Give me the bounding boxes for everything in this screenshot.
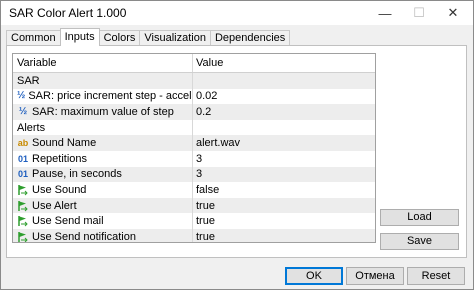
integer-icon: 01	[17, 169, 28, 180]
variable-cell: ab Sound Name	[13, 135, 193, 151]
variable-label: Use Sound	[32, 183, 87, 196]
value-cell[interactable]: alert.wav	[193, 135, 375, 151]
maximize-button: ☐	[413, 5, 425, 20]
table-row[interactable]: ½SAR: price increment step - acceleratio…	[13, 88, 375, 105]
variable-label: Sound Name	[32, 137, 97, 150]
variable-cell: SAR	[13, 73, 193, 89]
table-row[interactable]: 01 Pause, in seconds 3	[13, 166, 375, 183]
variable-label: Alerts	[17, 121, 46, 134]
window-title: SAR Color Alert 1.000	[9, 6, 127, 20]
variable-label: Pause, in seconds	[32, 168, 122, 181]
value-cell[interactable]: true	[193, 198, 375, 214]
bool-icon	[17, 231, 29, 242]
variable-label: Use Send mail	[32, 215, 104, 228]
tab-inputs[interactable]: Inputs	[59, 28, 100, 46]
value-cell[interactable]: 3	[193, 167, 375, 183]
variable-label: SAR: price increment step - acceleration…	[28, 90, 192, 103]
integer-icon: 01	[17, 153, 28, 164]
table-row[interactable]: Use Send mail true	[13, 213, 375, 229]
fraction-icon: ½	[17, 90, 26, 102]
variable-cell: Use Send notification	[13, 228, 193, 243]
variable-cell: Alerts	[13, 119, 193, 136]
variable-cell: 01 Repetitions	[13, 150, 193, 167]
variable-label: Repetitions	[32, 152, 88, 165]
group-row[interactable]: SAR	[13, 73, 375, 89]
cancel-button[interactable]: Отмена	[346, 267, 404, 285]
bool-icon	[17, 200, 29, 212]
variable-cell: ½SAR: price increment step - acceleratio…	[13, 88, 193, 105]
table-row[interactable]: ½ SAR: maximum value of step 0.2	[13, 104, 375, 120]
variable-cell: Use Alert	[13, 197, 193, 214]
variable-cell: ½ SAR: maximum value of step	[13, 104, 193, 120]
table-row[interactable]: Use Sound false	[13, 182, 375, 198]
inputs-grid: Variable Value SAR ½ SAR: price increment …	[12, 53, 376, 243]
tab-bar: Common Inputs Colors Visualization Depen…	[6, 28, 291, 46]
grid-header: Variable Value	[13, 54, 375, 73]
tab-colors[interactable]: Colors	[98, 30, 141, 46]
bool-icon	[17, 184, 29, 196]
column-header-value[interactable]: Value	[193, 54, 375, 72]
load-button[interactable]: Load	[380, 209, 459, 226]
table-row[interactable]: Use Send notification true	[13, 228, 375, 243]
variable-cell: Use Send mail	[13, 213, 193, 229]
save-button[interactable]: Save	[380, 233, 459, 250]
column-header-variable[interactable]: Variable	[13, 54, 193, 72]
table-row[interactable]: 01 Repetitions 3	[13, 150, 375, 167]
variable-cell: Use Sound	[13, 182, 193, 198]
ok-button[interactable]: OK	[285, 267, 343, 285]
string-icon: ab	[17, 138, 29, 149]
tab-common[interactable]: Common	[6, 30, 61, 46]
fraction-icon: ½	[18, 105, 28, 117]
group-row[interactable]: Alerts	[13, 119, 375, 136]
value-cell[interactable]: 3	[193, 151, 375, 167]
table-row[interactable]: ab Sound Name alert.wav	[13, 135, 375, 151]
tab-visualization[interactable]: Visualization	[139, 30, 211, 46]
variable-label: SAR: maximum value of step	[32, 105, 174, 118]
value-cell	[193, 73, 375, 89]
minimize-button[interactable]: —	[369, 1, 401, 25]
variable-label: SAR	[17, 74, 40, 87]
variable-label: Use Send notification	[32, 230, 136, 243]
value-cell	[193, 120, 375, 136]
bool-icon	[17, 215, 29, 227]
value-cell[interactable]: 0.02	[193, 89, 375, 105]
tab-dependencies[interactable]: Dependencies	[209, 30, 291, 46]
value-cell[interactable]: 0.2	[193, 104, 375, 120]
value-cell[interactable]: true	[193, 213, 375, 229]
reset-button[interactable]: Reset	[407, 267, 465, 285]
value-cell[interactable]: true	[193, 229, 375, 242]
table-row[interactable]: Use Alert true	[13, 197, 375, 214]
value-cell[interactable]: false	[193, 182, 375, 198]
close-button[interactable]: ✕	[437, 1, 469, 25]
variable-label: Use Alert	[32, 199, 77, 212]
variable-cell: 01 Pause, in seconds	[13, 166, 193, 183]
title-bar[interactable]: SAR Color Alert 1.000 — ☐ ✕	[1, 1, 473, 25]
